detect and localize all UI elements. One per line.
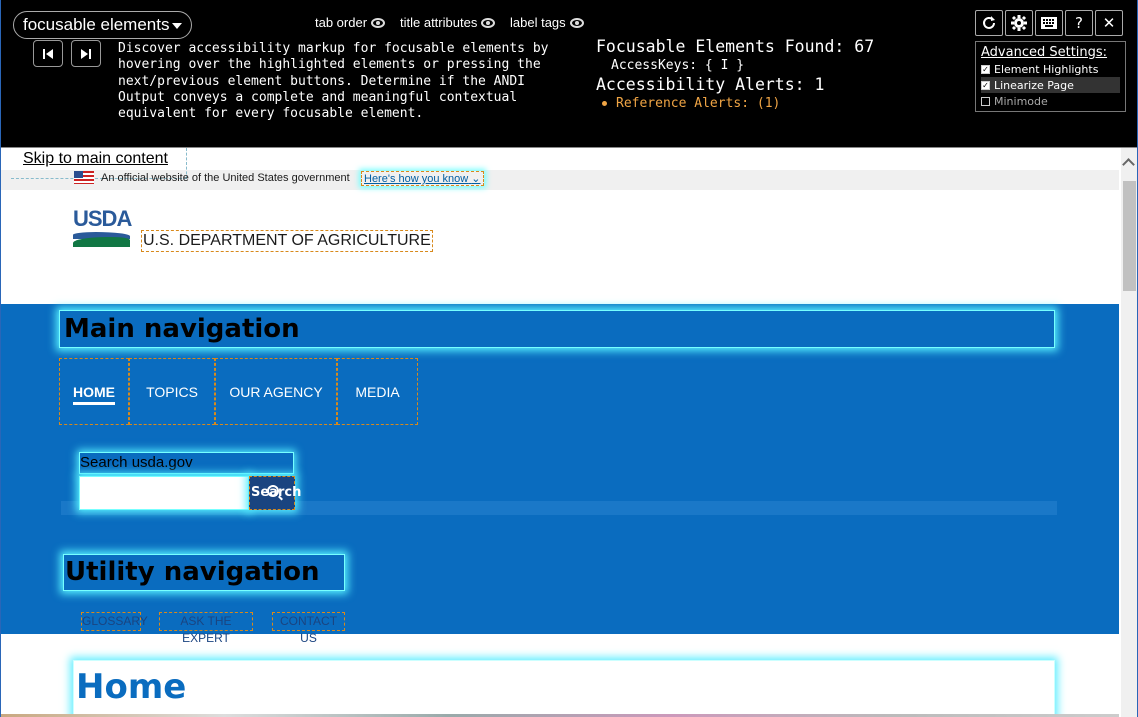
close-button[interactable]: ✕ <box>1095 10 1123 36</box>
close-icon: ✕ <box>1102 14 1116 32</box>
alerts-count: Accessibility Alerts: 1 <box>596 75 825 94</box>
us-flag-icon <box>74 171 94 184</box>
nav-item-label: HOME <box>73 384 115 405</box>
hows-link-label: Here's how you know <box>364 173 469 185</box>
title-attributes-label: title attributes <box>400 15 478 30</box>
skip-previous-icon <box>43 49 53 59</box>
chevron-up-icon[interactable] <box>1122 158 1135 171</box>
element-highlights-option[interactable]: ✓ Element Highlights <box>981 61 1120 77</box>
settings-button[interactable] <box>1005 10 1033 36</box>
module-select[interactable]: focusable elements <box>13 11 192 39</box>
agency-name-link[interactable]: U.S. DEPARTMENT OF AGRICULTURE <box>141 230 433 252</box>
tab-order-toggle[interactable]: tab order <box>315 15 386 30</box>
skip-next-icon <box>81 49 91 59</box>
eye-icon <box>371 17 386 28</box>
main-navigation-heading: Main navigation <box>59 310 1055 348</box>
heres-how-you-know-link[interactable]: Here's how you know ⌄ <box>361 171 484 186</box>
logo-text: USDA <box>73 206 132 231</box>
utility-link-glossary[interactable]: GLOSSARY <box>81 612 148 631</box>
checkbox-checked-icon[interactable]: ✓ <box>981 80 990 90</box>
reference-alerts-item[interactable]: Reference Alerts: (1) <box>596 95 874 113</box>
vertical-scrollbar[interactable] <box>1121 148 1137 717</box>
keyboard-icon <box>1041 17 1057 29</box>
search-input[interactable] <box>79 476 249 510</box>
chevron-down-icon <box>172 23 182 29</box>
refresh-icon <box>983 16 995 29</box>
advanced-settings-header: Advanced Settings: <box>981 45 1108 60</box>
page-title: Home <box>76 667 187 707</box>
nav-item-home[interactable]: HOME <box>59 358 129 425</box>
nav-item-media[interactable]: MEDIA <box>337 358 418 425</box>
eye-icon <box>569 17 584 28</box>
page-content: Skip to main content An official website… <box>1 148 1119 717</box>
results-panel: Focusable Elements Found: 67 AccessKeys:… <box>596 37 874 113</box>
title-attributes-toggle[interactable]: title attributes <box>400 15 496 30</box>
andi-toolbar: focusable elements tab order title attri… <box>1 0 1137 148</box>
label-tags-label: label tags <box>510 15 566 30</box>
eye-icon <box>481 17 496 28</box>
help-icon: ? <box>1075 14 1083 32</box>
previous-element-button[interactable] <box>33 40 63 67</box>
advanced-settings-panel: Advanced Settings: ✓ Element Highlights … <box>975 41 1126 112</box>
chevron-down-icon: ⌄ <box>471 173 481 185</box>
option-label: Element Highlights <box>994 62 1099 76</box>
utility-link-ask-the-expert[interactable]: ASK THE EXPERT <box>159 612 253 645</box>
logo-wave <box>73 237 130 247</box>
accesskeys-list[interactable]: AccessKeys: { I } <box>596 57 874 75</box>
option-label: Linearize Page <box>994 78 1074 92</box>
reference-alerts-label: Reference Alerts: (1) <box>616 96 781 111</box>
keyboard-button[interactable] <box>1035 10 1063 36</box>
label-tags-toggle[interactable]: label tags <box>510 15 584 30</box>
search-button[interactable]: Search <box>249 476 301 510</box>
utility-link-contact-us[interactable]: CONTACT US <box>272 612 345 645</box>
option-label: Minimode <box>994 94 1048 108</box>
instructions-text: Discover accessibility markup for focusa… <box>118 41 549 122</box>
bullet-icon <box>602 101 607 106</box>
refresh-button[interactable] <box>975 10 1003 36</box>
checkbox-unchecked-icon[interactable] <box>981 96 990 106</box>
nav-item-our-agency[interactable]: OUR AGENCY <box>215 358 337 425</box>
utility-navigation-heading: Utility navigation <box>63 554 345 591</box>
tab-order-label: tab order <box>315 15 368 30</box>
help-button[interactable]: ? <box>1065 10 1093 36</box>
usda-logo[interactable]: USDA <box>73 206 132 248</box>
gov-banner-text: An official website of the United States… <box>101 172 350 184</box>
minimode-option[interactable]: Minimode <box>981 93 1120 109</box>
browser-frame: focusable elements tab order title attri… <box>0 0 1138 717</box>
search-label: Search usda.gov <box>79 452 294 474</box>
next-element-button[interactable] <box>71 40 101 67</box>
checkbox-checked-icon[interactable]: ✓ <box>981 64 990 74</box>
nav-item-topics[interactable]: TOPICS <box>129 358 215 425</box>
header-nav-region: Main navigation HOME TOPICS OUR AGENCY M… <box>1 304 1119 645</box>
elements-found: Focusable Elements Found: 67 <box>596 37 875 56</box>
gear-icon <box>1011 15 1027 31</box>
search-icon <box>267 485 279 497</box>
module-select-label: focusable elements <box>23 15 170 34</box>
scrollbar-thumb[interactable] <box>1123 181 1136 291</box>
main-content-region: Home <box>73 660 1055 717</box>
linearize-page-option[interactable]: ✓ Linearize Page <box>981 77 1120 93</box>
